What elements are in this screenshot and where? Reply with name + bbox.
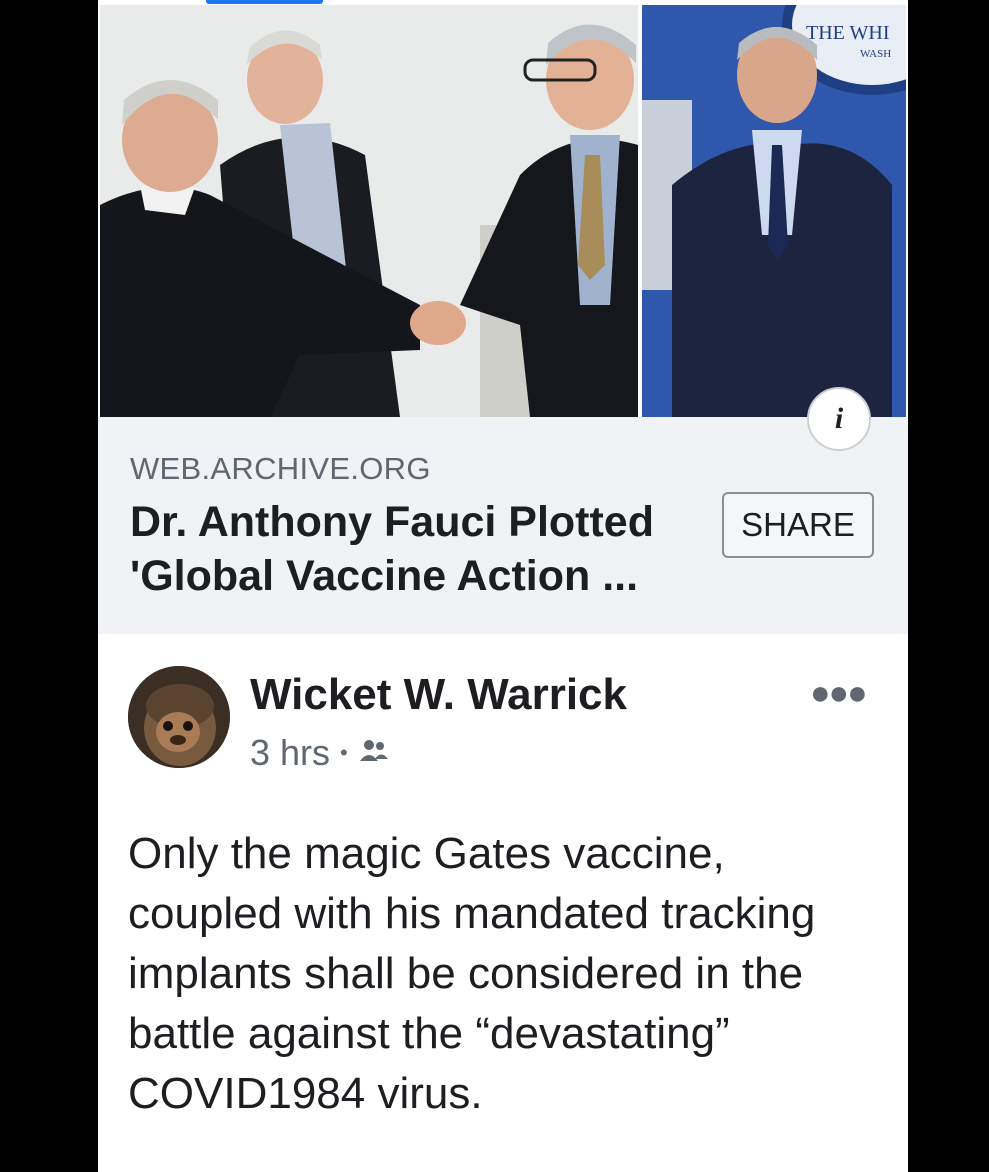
more-options-icon[interactable]: ●●● bbox=[810, 674, 868, 713]
photo-handshake bbox=[100, 5, 638, 417]
link-domain: WEB.ARCHIVE.ORG bbox=[130, 451, 431, 486]
post-card: THE WHI WASH i WEB.ARCHIVE.ORG Dr. Antho… bbox=[98, 0, 908, 1172]
briefing-illustration: THE WHI WASH bbox=[642, 5, 906, 417]
link-info-panel[interactable]: i WEB.ARCHIVE.ORG Dr. Anthony Fauci Plot… bbox=[98, 387, 908, 634]
post-meta: 3 hrs • bbox=[250, 732, 390, 774]
info-icon[interactable]: i bbox=[807, 387, 871, 451]
sign-text-2: WASH bbox=[860, 48, 891, 60]
handshake-illustration bbox=[100, 5, 638, 417]
author-name[interactable]: Wicket W. Warrick bbox=[250, 670, 627, 720]
post-text: Only the magic Gates vaccine, coupled wi… bbox=[128, 829, 816, 1118]
share-button[interactable]: SHARE bbox=[722, 492, 874, 558]
avatar-image bbox=[128, 666, 230, 768]
post: Wicket W. Warrick 3 hrs • ●●● Only the m… bbox=[98, 634, 908, 1172]
link-headline[interactable]: Dr. Anthony Fauci Plotted 'Global Vaccin… bbox=[130, 495, 700, 603]
post-time[interactable]: 3 hrs bbox=[250, 732, 330, 774]
sign-text-1: THE WHI bbox=[806, 22, 890, 44]
avatar[interactable] bbox=[128, 666, 230, 768]
link-preview-image[interactable]: THE WHI WASH bbox=[98, 5, 908, 417]
meta-separator: • bbox=[340, 740, 348, 765]
friends-icon[interactable] bbox=[358, 732, 390, 774]
top-accent-bar bbox=[206, 0, 323, 4]
photo-briefing-room: THE WHI WASH bbox=[642, 5, 906, 417]
